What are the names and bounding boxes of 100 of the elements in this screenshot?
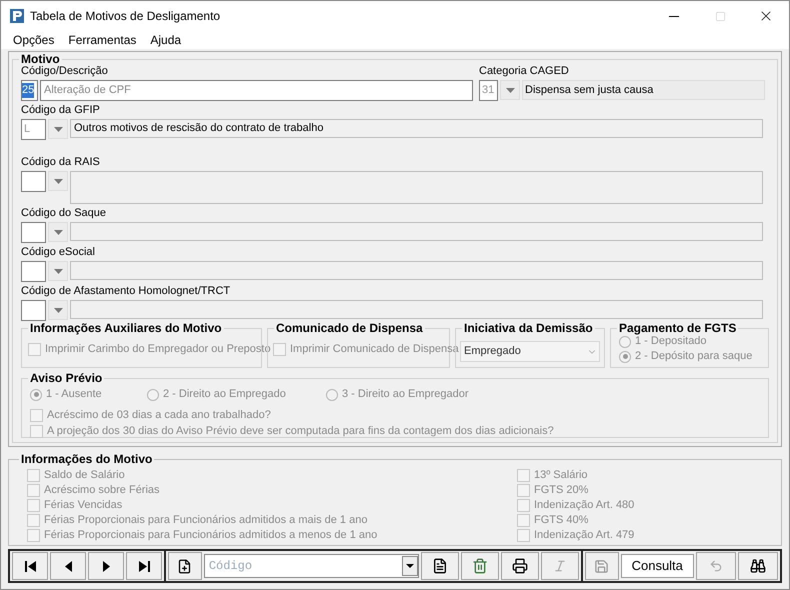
field-label: Categoria CAGED (479, 65, 570, 78)
code-field[interactable]: L (21, 119, 46, 140)
checkbox-label: Acréscimo de 03 dias a cada ano trabalhado? (47, 408, 271, 424)
checkbox-label: Férias Proporcionais para Funcionários admitidos a menos de 1 ano (44, 528, 378, 544)
checkbox[interactable] (517, 514, 530, 527)
checkbox[interactable] (30, 409, 43, 422)
radio-button[interactable] (619, 336, 631, 348)
checkbox[interactable] (517, 484, 530, 497)
checkbox-label: A projeção dos 30 dias do Aviso Prévio deve ser computada para fins da contagem dos dias adicionais? (47, 424, 554, 440)
new-file-icon (177, 558, 192, 574)
field-label: Código eSocial (21, 246, 96, 259)
group-title: Pagamento de FGTS (617, 321, 738, 335)
checkbox[interactable] (517, 529, 530, 542)
app-logo-icon (10, 9, 24, 23)
checkbox-label: FGTS 40% (534, 513, 588, 528)
last-icon (138, 560, 150, 572)
code-field[interactable] (21, 261, 46, 282)
description-field: Outros motivos de rescisão do contrato de trabalho (70, 119, 763, 138)
radio-label: 1 - Ausente (46, 387, 102, 402)
trash-icon (472, 558, 488, 574)
radio-label: 2 - Depósito para saque (635, 349, 752, 364)
group-title: Aviso Prévio (28, 371, 104, 385)
search-button[interactable] (738, 552, 778, 580)
checkbox[interactable] (27, 514, 40, 527)
checkbox-label: Férias Proporcionais para Funcionários admitidos a mais de 1 ano (44, 513, 368, 528)
caret-icon (406, 564, 414, 568)
mode-indicator: Consulta (620, 554, 694, 578)
checkbox[interactable] (27, 529, 40, 542)
radio-button[interactable] (326, 388, 338, 400)
previous-icon (64, 560, 72, 572)
new-record-button[interactable] (168, 552, 202, 580)
caret-icon (54, 230, 62, 234)
checkbox-label: Férias Vencidas (44, 498, 122, 514)
last-record-button[interactable] (126, 552, 162, 580)
checkbox-label: Indenização Art. 480 (534, 498, 634, 514)
checkbox-label: Saldo de Salário (44, 468, 125, 484)
save-button[interactable] (584, 552, 619, 580)
caret-icon (54, 308, 62, 312)
description-field[interactable]: Alteração de CPF (40, 80, 473, 101)
radio-button[interactable] (30, 388, 42, 400)
checkbox[interactable] (517, 469, 530, 482)
checkbox-label: Indenização Art. 479 (534, 528, 634, 544)
save-icon (594, 558, 610, 574)
menu-item[interactable]: Ajuda (150, 31, 182, 49)
caret-icon (54, 178, 62, 184)
checkbox[interactable] (517, 499, 530, 512)
code-field[interactable] (21, 171, 46, 192)
checkbox[interactable] (273, 343, 286, 356)
maximize-icon (714, 10, 726, 22)
field-label: Código da RAIS (21, 156, 101, 169)
group-title: Informações Auxiliares do Motivo (28, 321, 224, 335)
caret-icon (54, 268, 62, 274)
search-field[interactable]: Código (204, 554, 419, 578)
caret-icon (506, 88, 514, 92)
checkbox[interactable] (27, 469, 40, 482)
undo-icon (708, 559, 723, 573)
code-field[interactable]: 31 (479, 80, 498, 101)
checkbox-label: Imprimir Carimbo do Empregador ou Preposto (45, 342, 271, 358)
checkbox-label: Acréscimo sobre Férias (44, 483, 160, 498)
print-button[interactable] (500, 552, 539, 580)
radio-label: 3 - Direito ao Empregador (342, 387, 469, 402)
radio-button[interactable] (147, 388, 159, 400)
radio-label: 2 - Direito ao Empregado (163, 387, 286, 402)
checkbox[interactable] (27, 484, 40, 497)
printer-icon (512, 558, 528, 574)
radio-label: 1 - Depositado (635, 334, 707, 350)
group-title: Motivo (19, 52, 62, 66)
document-icon (432, 558, 448, 574)
code-field[interactable]: 25 (21, 80, 38, 101)
italic-icon (552, 559, 567, 573)
checkbox-label: 13º Salário (534, 468, 588, 484)
dropdown-field[interactable]: Empregado (460, 341, 600, 362)
checkbox[interactable] (28, 343, 41, 356)
previous-record-button[interactable] (50, 552, 86, 580)
description-field: Dispensa sem justa causa (522, 80, 765, 100)
field-label: Código de Afastamento Homolognet/TRCT (21, 285, 232, 298)
delete-button[interactable] (460, 552, 499, 580)
checkbox-label: Imprimir Comunicado de Dispensa (290, 342, 459, 358)
code-field[interactable] (21, 300, 46, 321)
group-title: Informações do Motivo (19, 452, 154, 466)
edit-document-button[interactable] (420, 552, 459, 580)
code-field[interactable] (21, 222, 46, 243)
checkbox[interactable] (27, 499, 40, 512)
field-label: Código/Descrição (21, 65, 109, 78)
checkbox[interactable] (30, 425, 43, 438)
group-title: Iniciativa da Demissão (462, 321, 595, 335)
checkbox-label: FGTS 20% (534, 483, 588, 498)
menu-item[interactable]: Opções (13, 31, 54, 49)
next-icon (102, 560, 110, 572)
window-title: Tabela de Motivos de Desligamento (30, 8, 220, 25)
menu-item[interactable]: Ferramentas (68, 31, 136, 49)
binoculars-icon (750, 558, 766, 574)
field-label: Código da GFIP (21, 104, 101, 117)
radio-button[interactable] (619, 350, 631, 362)
field-label: Código do Saque (21, 207, 108, 220)
next-record-button[interactable] (88, 552, 124, 580)
dropdown-button[interactable] (402, 556, 418, 576)
first-icon (24, 560, 36, 572)
first-record-button[interactable] (12, 552, 48, 580)
caret-icon (54, 126, 62, 132)
